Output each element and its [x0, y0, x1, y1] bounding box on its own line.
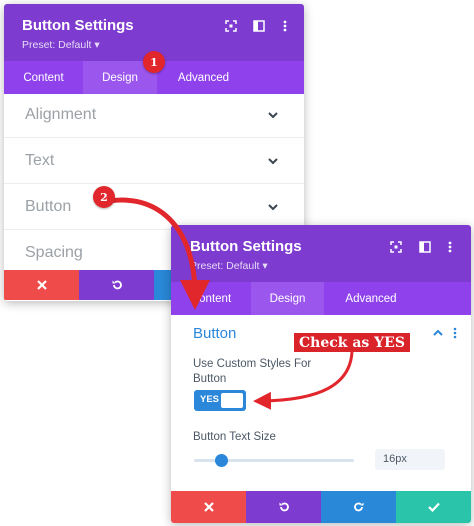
- chevron-down-icon: [268, 111, 278, 118]
- redo-icon: [353, 502, 363, 512]
- toggle-knob: [221, 393, 243, 408]
- section-title[interactable]: Button: [193, 325, 236, 342]
- custom-styles-label: Use Custom Styles For Button: [193, 357, 311, 387]
- close-icon: [36, 280, 47, 290]
- more-vertical-icon[interactable]: [277, 18, 293, 34]
- sidebar-icon[interactable]: [251, 18, 267, 34]
- text-size-slider-handle[interactable]: [215, 454, 228, 467]
- panel-title: Button Settings: [22, 17, 134, 34]
- chevron-down-icon: [268, 203, 278, 210]
- cancel-button[interactable]: [4, 270, 79, 300]
- tab-advanced[interactable]: Advanced: [157, 61, 250, 94]
- more-vertical-icon[interactable]: [442, 239, 458, 255]
- sidebar-icon[interactable]: [417, 239, 433, 255]
- tab-design[interactable]: Design: [251, 282, 324, 315]
- toggle-value: YES: [200, 394, 220, 405]
- undo-icon: [279, 502, 289, 512]
- section-label: Spacing: [25, 244, 83, 261]
- section-text[interactable]: Text: [4, 138, 304, 184]
- label-line: Use Custom Styles For: [193, 358, 312, 370]
- expand-icon[interactable]: [388, 239, 404, 255]
- label-line: Button: [193, 373, 227, 385]
- tab-content[interactable]: Content: [4, 61, 83, 94]
- chevron-down-icon: [268, 157, 278, 164]
- settings-panel-front: Button Settings Preset: Default ▾ Conten…: [171, 225, 471, 523]
- section-label: Alignment: [25, 105, 97, 123]
- section-label: Button: [25, 197, 72, 215]
- more-vertical-icon[interactable]: [453, 327, 457, 339]
- tab-bar: Content Design Advanced: [171, 282, 471, 315]
- expand-icon[interactable]: [223, 18, 239, 34]
- text-size-input[interactable]: 16px: [375, 449, 445, 470]
- text-size-label: Button Text Size: [193, 431, 276, 443]
- redo-button[interactable]: [321, 491, 396, 523]
- custom-styles-toggle[interactable]: YES: [194, 390, 246, 411]
- panel-header: Button Settings Preset: Default ▾: [171, 225, 471, 282]
- callout-label: Check as YES: [294, 333, 410, 352]
- step-badge-2: 2: [93, 186, 115, 208]
- preset-dropdown[interactable]: Preset: Default ▾: [190, 260, 268, 272]
- section-label: Text: [25, 151, 55, 169]
- panel-title: Button Settings: [190, 238, 302, 255]
- chevron-up-icon[interactable]: [433, 329, 443, 337]
- tab-content[interactable]: Content: [171, 282, 251, 315]
- undo-button[interactable]: [246, 491, 321, 523]
- section-button[interactable]: Button: [4, 184, 304, 230]
- check-icon: [427, 502, 440, 512]
- section-alignment[interactable]: Alignment: [4, 92, 304, 138]
- step-badge-1: 1: [143, 51, 165, 73]
- preset-dropdown[interactable]: Preset: Default ▾: [22, 39, 100, 51]
- panel-footer: [171, 491, 471, 523]
- cancel-button[interactable]: [171, 491, 246, 523]
- close-icon: [203, 502, 214, 512]
- undo-icon: [112, 280, 122, 290]
- undo-button[interactable]: [79, 270, 154, 300]
- save-button[interactable]: [396, 491, 471, 523]
- tab-advanced[interactable]: Advanced: [324, 282, 418, 315]
